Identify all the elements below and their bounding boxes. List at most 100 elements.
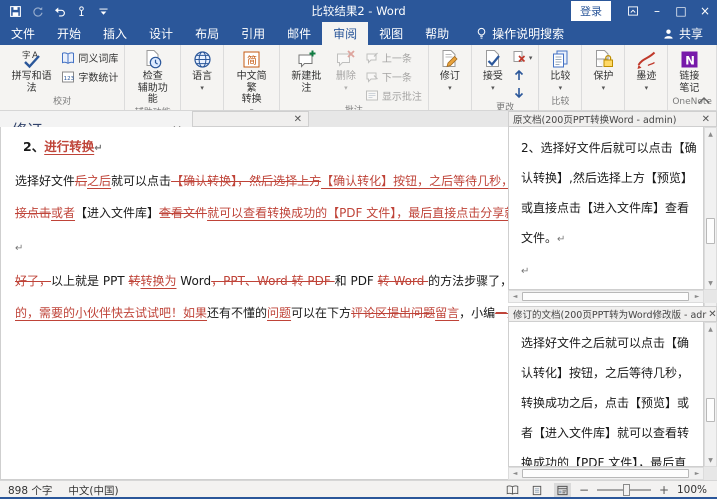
tab-references[interactable]: 引用	[230, 22, 276, 45]
reject-button[interactable]: ▾	[512, 50, 533, 64]
share-button[interactable]: 共享	[649, 22, 717, 45]
touch-mode-icon[interactable]	[75, 5, 88, 18]
original-horizontal-scrollbar[interactable]: ◄ ►	[508, 290, 704, 303]
web-layout-icon[interactable]	[554, 483, 571, 498]
spellcheck-icon: 字A	[21, 49, 42, 70]
original-document-body[interactable]: 2、选择好文件后就可以点击【确认转换】,然后选择上方【预览】或直接点击【进入文件…	[508, 127, 704, 290]
new-comment-button[interactable]: 新建批注	[284, 48, 329, 95]
ribbon-group-8: 保护▾	[582, 45, 625, 110]
tab-insert[interactable]: 插入	[92, 22, 138, 45]
scroll-down-icon[interactable]: ▼	[705, 454, 716, 466]
show-comments-button: 显示批注	[365, 88, 422, 103]
scroll-up-icon[interactable]: ▲	[705, 128, 716, 140]
compare-icon	[550, 49, 571, 70]
original-pane-close-icon[interactable]: ✕	[700, 114, 712, 125]
scrollbar-thumb[interactable]	[706, 398, 715, 422]
revised-vertical-scrollbar[interactable]: ▲ ▼	[704, 322, 717, 467]
share-label: 共享	[679, 25, 703, 42]
word-window: 比较结果2 - Word 登录 – □ × 文件开始插入设计布局引用邮件审阅视图…	[0, 0, 717, 499]
thesaurus-label: 同义词库	[78, 50, 118, 65]
scrollbar-thumb[interactable]	[706, 218, 715, 244]
print-layout-icon[interactable]	[529, 483, 546, 498]
undo-icon[interactable]	[53, 5, 66, 18]
language-button[interactable]: 语言▾	[185, 48, 219, 92]
scroll-up-icon[interactable]: ▲	[705, 323, 716, 335]
text-run: 可以在下方	[291, 306, 351, 320]
spelling-grammar-label: 拼写和语法	[8, 71, 55, 94]
zoom-slider[interactable]	[597, 489, 651, 491]
tab-layout[interactable]: 布局	[184, 22, 230, 45]
language-icon	[192, 49, 213, 70]
text-run: Word	[176, 274, 211, 288]
show-comments-label: 显示批注	[382, 88, 422, 103]
next-change-button[interactable]	[512, 86, 533, 100]
zoom-out-button[interactable]: −	[579, 483, 589, 497]
protect-button[interactable]: 保护▾	[586, 48, 620, 92]
text-run: ↵	[15, 243, 23, 254]
tab-home[interactable]: 开始	[46, 22, 92, 45]
thesaurus-button[interactable]: 同义词库	[61, 50, 118, 65]
word-count-label: 字数统计	[78, 69, 118, 84]
text-run: ↵	[94, 143, 102, 154]
text-run: 查看文件	[159, 206, 207, 220]
ribbon-display-options-icon[interactable]	[621, 0, 645, 22]
scroll-left-icon[interactable]: ◄	[509, 291, 521, 302]
zoom-in-button[interactable]: +	[659, 483, 669, 497]
word-count-icon: 123	[61, 70, 75, 84]
language-label: 语言	[192, 71, 212, 83]
minimize-button[interactable]: –	[645, 0, 669, 22]
text-run: 【进入文件库】	[75, 206, 159, 220]
scroll-left-icon[interactable]: ◄	[509, 468, 521, 479]
tab-file[interactable]: 文件	[0, 22, 46, 45]
ink-button[interactable]: 墨迹 ▾	[629, 48, 663, 92]
scrollbar-thumb[interactable]	[522, 469, 689, 478]
scrollbar-thumb[interactable]	[522, 292, 689, 301]
scroll-right-icon[interactable]: ►	[691, 291, 703, 302]
tell-me-label: 操作说明搜索	[492, 25, 564, 42]
save-icon[interactable]	[9, 5, 22, 18]
ribbon-group-9: 墨迹 ▾	[625, 45, 668, 110]
revised-pane-close-icon[interactable]: ✕	[706, 309, 717, 320]
previous-change-button[interactable]	[512, 68, 533, 82]
chinese-conversion-button[interactable]: 简中文简繁 转换▾	[228, 48, 275, 111]
linked-notes-label: 链接 笔记	[679, 71, 699, 94]
lightbulb-icon	[476, 27, 487, 40]
status-bar: 898 个字 中文(中国) − + 100%	[0, 480, 717, 499]
original-document-pane: 原文档(200页PPT转换Word - admin) ✕ 2、选择好文件后就可以…	[508, 111, 717, 303]
close-button[interactable]: ×	[693, 0, 717, 22]
compared-pane-close-icon[interactable]: ✕	[292, 114, 304, 125]
linked-notes-button[interactable]: N链接 笔记	[672, 48, 706, 95]
tab-help[interactable]: 帮助	[414, 22, 460, 45]
dropdown-caret-icon: ▾	[448, 85, 452, 91]
dropdown-caret-icon: ▾	[491, 85, 495, 91]
tab-review[interactable]: 审阅	[322, 22, 368, 45]
login-button[interactable]: 登录	[571, 1, 611, 21]
tab-design[interactable]: 设计	[138, 22, 184, 45]
accept-button[interactable]: 接受▾	[476, 48, 510, 92]
zoom-level[interactable]: 100%	[677, 484, 707, 496]
read-mode-icon[interactable]	[504, 483, 521, 498]
tell-me-search[interactable]: 操作说明搜索	[466, 22, 574, 45]
track-changes-button[interactable]: 修订▾	[433, 48, 467, 92]
previous-comment-label: 上一条	[382, 50, 412, 65]
zoom-slider-thumb[interactable]	[623, 484, 630, 496]
collapse-ribbon-icon[interactable]	[697, 95, 711, 107]
scroll-right-icon[interactable]: ►	[691, 468, 703, 479]
original-vertical-scrollbar[interactable]: ▲ ▼	[704, 127, 717, 290]
word-count-status[interactable]: 898 个字	[8, 483, 52, 498]
spelling-grammar-button[interactable]: 字A拼写和语法	[4, 48, 59, 95]
check-accessibility-button[interactable]: 检查 辅助功能	[129, 48, 176, 107]
compare-button[interactable]: 比较▾	[543, 48, 577, 92]
ink-label: 墨迹	[636, 71, 656, 83]
tab-mailings[interactable]: 邮件	[276, 22, 322, 45]
revised-document-body[interactable]: 选择好文件之后就可以点击【确认转化】按钮，之后等待几秒，转换成功之后，点击【预览…	[508, 322, 704, 467]
tab-view[interactable]: 视图	[368, 22, 414, 45]
revised-horizontal-scrollbar[interactable]: ◄ ►	[508, 467, 704, 480]
customize-qat-icon[interactable]	[97, 5, 110, 18]
word-count-button[interactable]: 123字数统计	[61, 69, 118, 84]
scroll-down-icon[interactable]: ▼	[705, 277, 716, 289]
language-status[interactable]: 中文(中国)	[68, 483, 118, 498]
workspace: 修订 ✕ 181 处修订 admin 插入了怎么可能在 1 分钟内转为↵admi…	[0, 111, 717, 480]
maximize-button[interactable]: □	[669, 0, 693, 22]
dropdown-caret-icon: ▾	[645, 85, 649, 91]
